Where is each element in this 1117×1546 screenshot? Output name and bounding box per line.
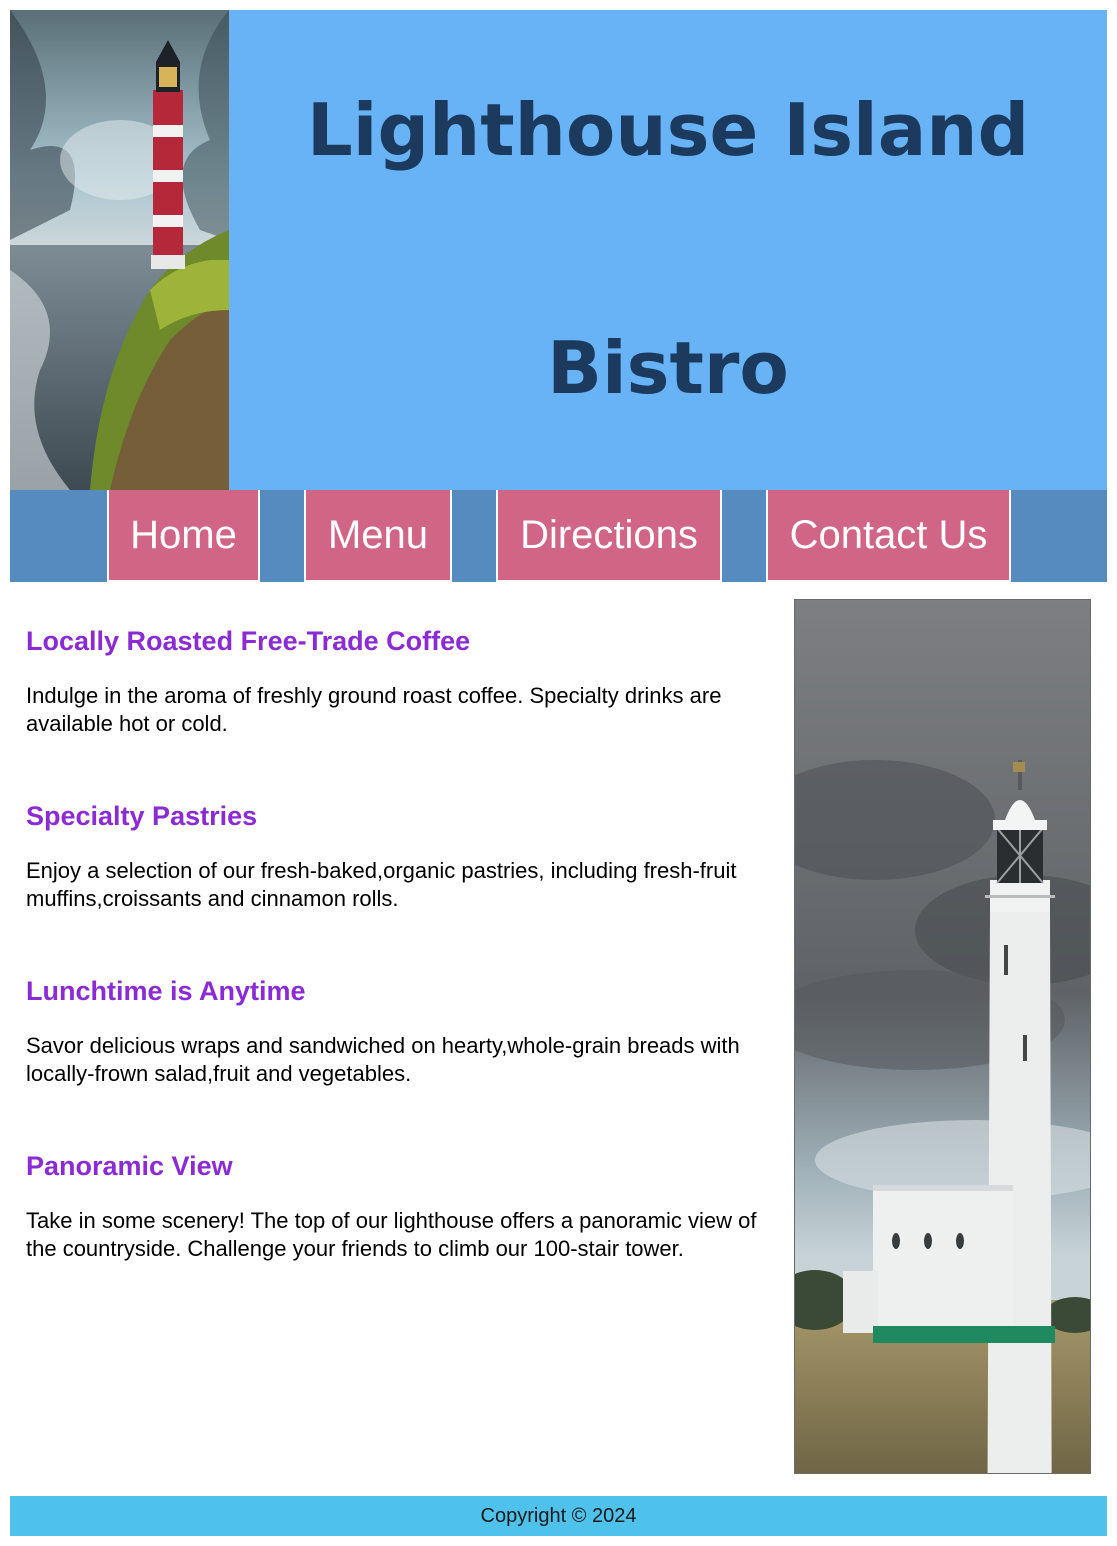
- nav-directions-link[interactable]: Directions: [496, 490, 722, 582]
- section-heading: Locally Roasted Free-Trade Coffee: [26, 626, 471, 656]
- site-footer: Copyright © 2024: [10, 1496, 1107, 1536]
- section-pastries: Specialty Pastries Enjoy a selection of …: [26, 800, 771, 913]
- section-panoramic-view: Panoramic View Take in some scenery! The…: [26, 1150, 771, 1263]
- site-title-line-1: Lighthouse Island: [306, 88, 1030, 172]
- section-lunch: Lunchtime is Anytime Savor delicious wra…: [26, 975, 771, 1088]
- section-text: Enjoy a selection of our fresh-baked,org…: [26, 858, 737, 911]
- site-header: Lighthouse Island Bistro: [10, 10, 1107, 490]
- section-heading: Lunchtime is Anytime: [26, 976, 306, 1006]
- section-text: Indulge in the aroma of freshly ground r…: [26, 683, 722, 736]
- header-lighthouse-image: [10, 10, 229, 490]
- nav-menu-link[interactable]: Menu: [304, 490, 452, 582]
- nav-contact-link[interactable]: Contact Us: [766, 490, 1011, 582]
- nav-home-link[interactable]: Home: [107, 490, 260, 582]
- section-coffee: Locally Roasted Free-Trade Coffee Indulg…: [26, 625, 771, 738]
- site-title-line-2: Bistro: [547, 326, 789, 410]
- main-nav: Home Menu Directions Contact Us: [10, 490, 1107, 582]
- copyright-text: Copyright © 2024: [480, 1505, 637, 1527]
- side-lighthouse-image: [794, 599, 1091, 1474]
- section-text: Savor delicious wraps and sandwiched on …: [26, 1033, 740, 1086]
- section-heading: Panoramic View: [26, 1151, 233, 1181]
- site-title: Lighthouse Island Bistro: [229, 10, 1107, 490]
- section-text: Take in some scenery! The top of our lig…: [26, 1208, 757, 1261]
- section-heading: Specialty Pastries: [26, 801, 258, 831]
